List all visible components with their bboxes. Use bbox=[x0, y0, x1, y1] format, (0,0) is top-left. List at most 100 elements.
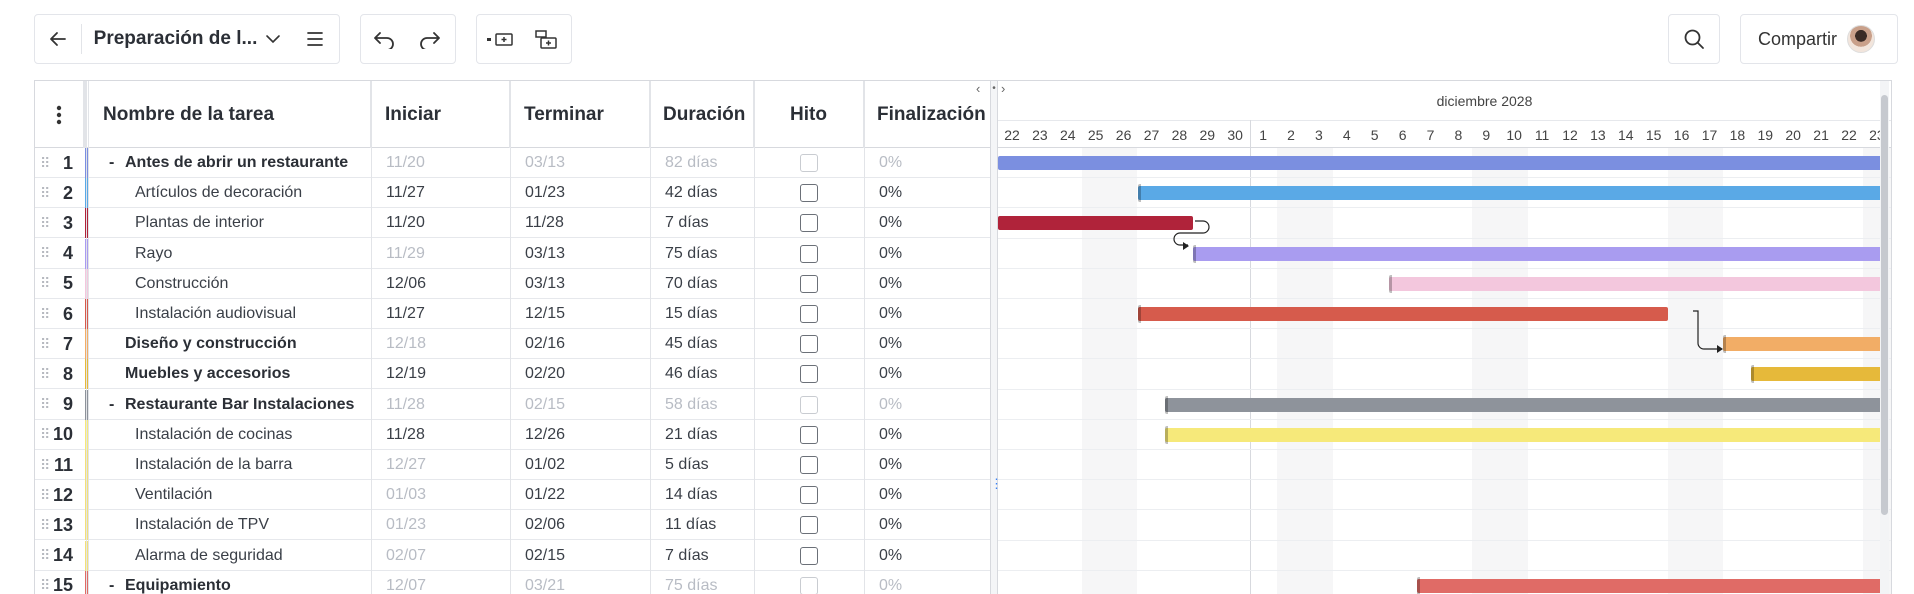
search-button[interactable] bbox=[1669, 15, 1719, 63]
task-name[interactable]: Diseño y construcción bbox=[125, 329, 297, 359]
task-name[interactable]: Instalación de TPV bbox=[135, 510, 269, 540]
drag-handle-icon[interactable]: ⠿ bbox=[40, 178, 50, 208]
task-duration[interactable]: 42 días bbox=[665, 178, 717, 208]
col-header-duration[interactable]: Duración bbox=[650, 81, 754, 148]
task-duration[interactable]: 11 días bbox=[665, 510, 716, 540]
drag-handle-icon[interactable]: ⠿ bbox=[40, 359, 50, 389]
task-name[interactable]: Instalación de cocinas bbox=[135, 420, 292, 450]
task-end[interactable]: 11/28 bbox=[525, 208, 564, 238]
task-end[interactable]: 02/06 bbox=[525, 510, 565, 540]
task-completion[interactable]: 0% bbox=[879, 208, 902, 238]
drag-handle-icon[interactable]: ⠿ bbox=[40, 208, 50, 238]
milestone-checkbox[interactable] bbox=[800, 546, 818, 565]
drag-handle-icon[interactable]: ⠿ bbox=[40, 269, 50, 299]
task-completion[interactable]: 0% bbox=[879, 359, 902, 389]
task-completion[interactable]: 0% bbox=[879, 480, 902, 510]
task-name[interactable]: Plantas de interior bbox=[135, 208, 264, 238]
task-name[interactable]: Artículos de decoración bbox=[135, 178, 302, 208]
task-bar[interactable] bbox=[998, 156, 1882, 170]
drag-handle-icon[interactable]: ⠿ bbox=[40, 571, 50, 594]
drag-handle-icon[interactable]: ⠿ bbox=[40, 390, 50, 420]
redo-button[interactable] bbox=[407, 15, 453, 63]
milestone-checkbox[interactable] bbox=[800, 184, 818, 203]
bar-start-handle[interactable] bbox=[1165, 395, 1169, 414]
bar-start-handle[interactable] bbox=[1137, 184, 1141, 203]
task-duration[interactable]: 82 días bbox=[665, 148, 717, 178]
bar-start-handle[interactable] bbox=[1193, 244, 1197, 263]
task-bar[interactable] bbox=[1137, 184, 1882, 203]
task-name[interactable]: Muebles y accesorios bbox=[125, 359, 290, 389]
milestone-checkbox[interactable] bbox=[800, 486, 818, 505]
task-bar[interactable] bbox=[1193, 244, 1882, 263]
drag-handle-icon[interactable]: ⠿ bbox=[40, 420, 50, 450]
task-bar[interactable] bbox=[1751, 365, 1882, 384]
col-header-name[interactable]: Nombre de la tarea bbox=[89, 81, 371, 148]
task-end[interactable]: 12/15 bbox=[525, 299, 565, 329]
milestone-checkbox[interactable] bbox=[800, 516, 818, 535]
splitter[interactable] bbox=[990, 81, 998, 594]
task-completion[interactable]: 0% bbox=[879, 450, 902, 480]
table-row[interactable]: ⠿ 11 Instalación de la barra 12/27 01/02 5 dí… bbox=[35, 450, 990, 480]
bar-start-handle[interactable] bbox=[1723, 335, 1727, 354]
undo-button[interactable] bbox=[361, 15, 407, 63]
task-end[interactable]: 01/22 bbox=[525, 480, 565, 510]
insert-subtask-button[interactable] bbox=[523, 15, 569, 63]
task-name[interactable]: Instalación de la barra bbox=[135, 450, 292, 480]
task-completion[interactable]: 0% bbox=[879, 541, 902, 571]
task-bar[interactable] bbox=[1388, 274, 1882, 293]
task-completion[interactable]: 0% bbox=[879, 178, 902, 208]
bar-start-handle[interactable] bbox=[1165, 425, 1169, 444]
task-duration[interactable]: 7 días bbox=[665, 208, 709, 238]
drag-handle-icon[interactable]: ⠿ bbox=[40, 148, 50, 178]
col-header-completion[interactable]: Finalización bbox=[864, 81, 990, 148]
table-row[interactable]: ⠿ 14 Alarma de seguridad 02/07 02/15 7 días 0% bbox=[35, 540, 990, 571]
task-completion[interactable]: 0% bbox=[879, 239, 902, 269]
task-start[interactable]: 02/07 bbox=[386, 541, 426, 571]
drag-handle-icon[interactable]: ⠿ bbox=[40, 541, 50, 571]
task-name[interactable]: Construcción bbox=[135, 269, 228, 299]
table-row[interactable]: ⠿ 4 Rayo 11/29 03/13 75 días 0% bbox=[35, 238, 990, 269]
task-start[interactable]: 12/27 bbox=[386, 450, 426, 480]
table-row[interactable]: ⠿ 15 - Equipamiento 12/07 03/21 75 días 0% bbox=[35, 570, 990, 594]
table-row[interactable]: ⠿ 5 Construcción 12/06 03/13 70 días 0% bbox=[35, 268, 990, 299]
table-row[interactable]: ⠿ 1 - Antes de abrir un restaurante 11/20 03/… bbox=[35, 148, 990, 178]
table-row[interactable]: ⠿ 12 Ventilación 01/03 01/22 14 días 0% bbox=[35, 480, 990, 511]
task-end[interactable]: 03/21 bbox=[525, 571, 565, 594]
table-row[interactable]: ⠿ 2 Artículos de decoración 11/27 01/23 42 dí… bbox=[35, 178, 990, 209]
task-start[interactable]: 01/03 bbox=[386, 480, 426, 510]
task-bar[interactable] bbox=[1137, 305, 1668, 323]
col-header-end[interactable]: Terminar bbox=[510, 81, 650, 148]
milestone-checkbox[interactable] bbox=[800, 274, 818, 293]
task-start[interactable]: 11/20 bbox=[386, 148, 425, 178]
task-bar[interactable] bbox=[1165, 395, 1882, 414]
task-start[interactable]: 12/19 bbox=[386, 359, 426, 389]
task-name[interactable]: Alarma de seguridad bbox=[135, 541, 283, 571]
task-end[interactable]: 03/13 bbox=[525, 269, 565, 299]
task-duration[interactable]: 58 días bbox=[665, 390, 717, 420]
milestone-checkbox[interactable] bbox=[800, 576, 818, 594]
task-start[interactable]: 11/20 bbox=[386, 208, 425, 238]
table-row[interactable]: ⠿ 3 Plantas de interior 11/20 11/28 7 días 0% bbox=[35, 208, 990, 239]
task-start[interactable]: 12/18 bbox=[386, 329, 426, 359]
task-name[interactable]: Restaurante Bar Instalaciones bbox=[125, 390, 354, 420]
col-header-milestone[interactable]: Hito bbox=[754, 81, 864, 148]
drag-handle-icon[interactable]: ⠿ bbox=[40, 239, 50, 269]
task-start[interactable]: 11/28 bbox=[386, 420, 425, 450]
task-duration[interactable]: 46 días bbox=[665, 359, 717, 389]
milestone-checkbox[interactable] bbox=[800, 365, 818, 384]
task-completion[interactable]: 0% bbox=[879, 299, 902, 329]
task-duration[interactable]: 45 días bbox=[665, 329, 717, 359]
table-row[interactable]: ⠿ 8 Muebles y accesorios 12/19 02/20 46 días 0… bbox=[35, 359, 990, 390]
milestone-checkbox[interactable] bbox=[800, 335, 818, 354]
task-duration[interactable]: 21 días bbox=[665, 420, 717, 450]
task-end[interactable]: 02/20 bbox=[525, 359, 565, 389]
milestone-checkbox[interactable] bbox=[800, 425, 818, 444]
table-row[interactable]: ⠿ 13 Instalación de TPV 01/23 02/06 11 días 0% bbox=[35, 510, 990, 541]
task-start[interactable]: 01/23 bbox=[386, 510, 426, 540]
task-end[interactable]: 03/13 bbox=[525, 239, 565, 269]
task-start[interactable]: 12/07 bbox=[386, 571, 426, 594]
insert-task-button[interactable] bbox=[477, 15, 523, 63]
task-name[interactable]: Equipamiento bbox=[125, 571, 231, 594]
task-end[interactable]: 02/15 bbox=[525, 390, 565, 420]
task-completion[interactable]: 0% bbox=[879, 390, 902, 420]
